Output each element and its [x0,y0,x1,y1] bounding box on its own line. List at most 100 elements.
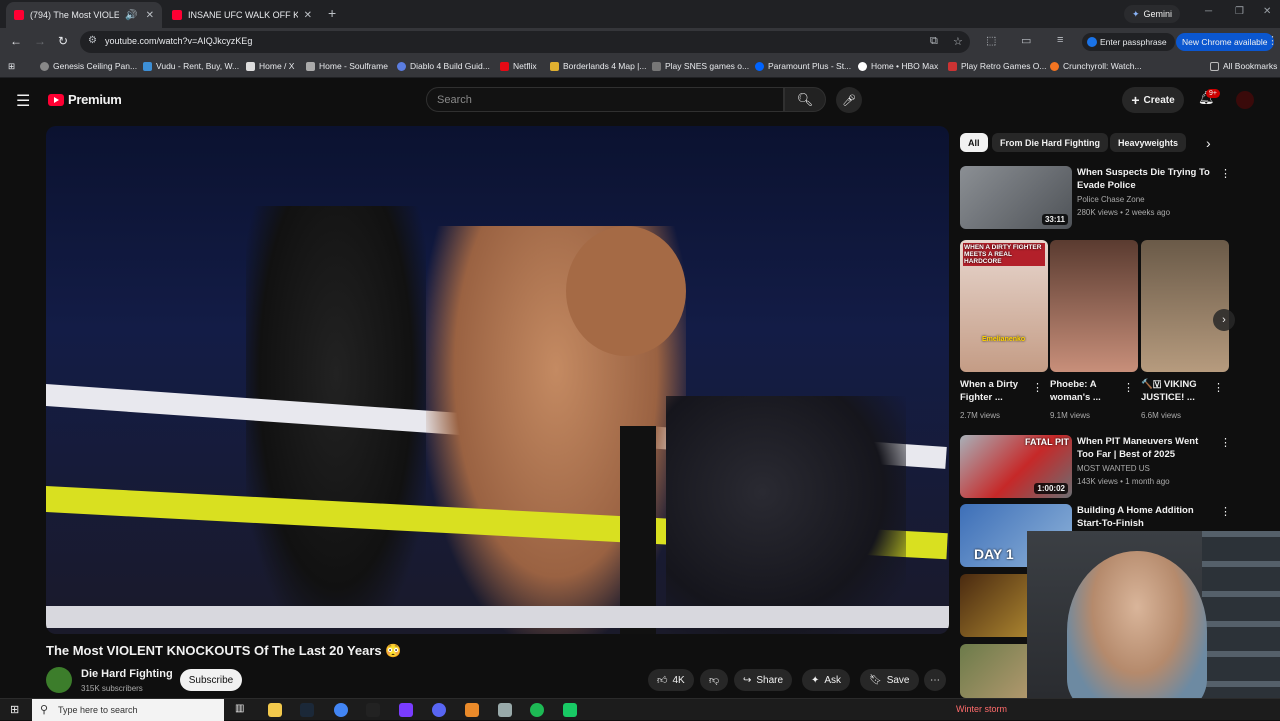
more-vert-icon[interactable]: ⋮ [1220,436,1231,449]
taskbar-search-placeholder: Type here to search [58,705,138,715]
chip-all[interactable]: All [960,133,988,152]
subscribe-button[interactable]: Subscribe [180,669,242,691]
chip-from-channel[interactable]: From Die Hard Fighting [992,133,1108,152]
steam-icon[interactable] [300,703,314,717]
video-frame-post [620,426,656,634]
forward-icon[interactable]: → [34,34,46,48]
like-button[interactable]: 👍︎ 4K [648,669,694,691]
short-thumbnail[interactable] [1050,240,1138,372]
channel-name[interactable]: Die Hard Fighting [81,668,173,680]
recommendation-channel[interactable]: MOST WANTED US [1077,463,1150,475]
more-actions-button[interactable]: ⋯ [924,669,946,691]
short-title[interactable]: When a Dirty Fighter ... [960,378,1032,404]
video-player[interactable] [46,126,949,634]
site-info-icon[interactable]: ⚙ [88,35,97,46]
maximize-icon[interactable]: ❐ [1235,6,1244,17]
back-icon[interactable]: ← [10,34,22,48]
bookmark-item[interactable]: Vudu - Rent, Buy, W... [143,61,239,71]
minimize-icon[interactable]: ─ [1205,6,1212,17]
tab-strip: (794) The Most VIOLENT Kn 🔊 ✕ INSANE UFC… [0,0,1280,28]
app-icon[interactable] [399,703,413,717]
close-icon[interactable]: ✕ [146,10,154,21]
epic-games-icon[interactable] [366,703,380,717]
dislike-button[interactable]: 👎︎ [700,669,729,691]
more-vert-icon[interactable]: ⋮ [1123,381,1134,394]
windows-taskbar: ⊞ ⚲ Type here to search ▥ Winter storm [0,698,1280,721]
bookmark-item[interactable]: Genesis Ceiling Pan... [40,61,137,71]
app-icon[interactable] [465,703,479,717]
video-thumbnail[interactable]: FATAL PIT 1:00:02 [960,435,1072,498]
recommendation-title[interactable]: When Suspects Die Trying To Evade Police [1077,166,1217,192]
menu-icon[interactable]: ☰ [16,91,30,111]
bookmark-item[interactable]: Play SNES games o... [652,61,749,71]
extensions-icon[interactable]: ⬚ [986,34,996,47]
omnibox[interactable]: ⚙ youtube.com/watch?v=AIQJkcyzKEg ⧉ ☆ [80,31,970,53]
youtube-logo[interactable]: Premium [48,92,122,107]
tab-active-video[interactable]: (794) The Most VIOLENT Kn 🔊 ✕ [6,2,162,28]
more-vert-icon[interactable]: ⋮ [1213,381,1224,394]
file-explorer-icon[interactable] [268,703,282,717]
audio-icon[interactable]: 🔊 [125,10,137,21]
tab-ufc-video[interactable]: INSANE UFC WALK OFF KNOCK ✕ [164,2,320,28]
voice-search-button[interactable]: 🎤︎ [836,87,862,113]
spotify-icon[interactable] [530,703,544,717]
search-input[interactable]: Search [426,87,784,112]
chevron-right-icon[interactable]: › [1206,135,1211,151]
url-text[interactable]: youtube.com/watch?v=AIQJkcyzKEg [105,36,252,46]
bookmark-item[interactable]: Home / X [246,61,294,71]
task-view-icon[interactable]: ▥ [235,703,244,714]
bookmark-item[interactable]: Paramount Plus - St... [755,61,851,71]
more-vert-icon[interactable]: ⋮ [1220,167,1231,180]
duration-badge: 33:11 [1041,214,1068,225]
reload-icon[interactable]: ↻ [58,34,68,48]
share-button[interactable]: ↪ Share [734,669,793,691]
gemini-button[interactable]: ✦ Gemini [1124,5,1181,23]
youtube-favicon-icon [172,10,182,20]
save-button[interactable]: 🔖︎ Save [860,669,919,691]
recommendation-title[interactable]: When PIT Maneuvers Went Too Far | Best o… [1077,435,1217,461]
app-icon[interactable] [563,703,577,717]
windows-start-icon[interactable]: ⊞ [10,703,19,716]
bookmark-item[interactable]: Crunchyroll: Watch... [1050,61,1142,71]
short-title[interactable]: 🔨🇻 VIKING JUSTICE! ... [1141,378,1213,404]
bookmark-item[interactable]: Netflix [500,61,537,71]
install-app-icon[interactable]: ⧉ [930,35,938,48]
chrome-icon[interactable] [334,703,348,717]
short-title[interactable]: Phoebe: A woman's ... [1050,378,1122,404]
bookmark-item[interactable]: Borderlands 4 Map |... [550,61,646,71]
avatar[interactable] [1236,91,1254,109]
new-chrome-button[interactable]: New Chrome available [1176,33,1274,51]
new-tab-icon[interactable]: + [328,5,336,21]
bookmark-item[interactable]: Home - Soulframe [306,61,388,71]
app-icon[interactable] [498,703,512,717]
chrome-menu-icon[interactable]: ⋮ [1267,34,1278,47]
discord-icon[interactable] [432,703,446,717]
channel-avatar[interactable] [46,667,72,693]
ask-button[interactable]: ✦ Ask [802,669,851,691]
bookmark-star-icon[interactable]: ☆ [953,35,963,48]
chip-heavyweights[interactable]: Heavyweights [1110,133,1187,152]
passphrase-button[interactable]: Enter passphrase [1082,33,1175,51]
recommendation-channel[interactable]: Police Chase Zone [1077,194,1145,206]
close-icon[interactable]: ✕ [304,10,312,21]
apps-icon[interactable]: ⊞ [8,61,15,72]
create-button[interactable]: + Create [1122,87,1184,113]
all-bookmarks-button[interactable]: All Bookmarks [1210,61,1277,71]
shorts-next-button[interactable]: › [1213,309,1235,331]
bookmark-item[interactable]: Play Retro Games O... [948,61,1047,71]
recommendation-title[interactable]: Building A Home Addition Start-To-Finish [1077,504,1217,530]
bookmark-item[interactable]: Home • HBO Max [858,61,938,71]
short-thumbnail[interactable] [1141,240,1229,372]
weather-widget[interactable]: Winter storm [956,704,1007,714]
more-vert-icon[interactable]: ⋮ [1220,505,1231,518]
more-vert-icon[interactable]: ⋮ [1032,381,1043,394]
search-button[interactable]: 🔍︎ [784,87,826,112]
short-thumbnail[interactable]: WHEN A DIRTY FIGHTER MEETS A REAL HARDCO… [960,240,1048,372]
video-thumbnail[interactable]: 33:11 [960,166,1072,229]
cast-icon[interactable]: ▭ [1021,34,1031,47]
media-controls-icon[interactable]: ≡ [1057,34,1063,46]
taskbar-search[interactable]: ⚲ Type here to search [32,699,224,721]
bookmark-item[interactable]: Diablo 4 Build Guid... [397,61,490,71]
plus-icon: + [1131,92,1140,108]
window-close-icon[interactable]: ✕ [1263,6,1271,17]
